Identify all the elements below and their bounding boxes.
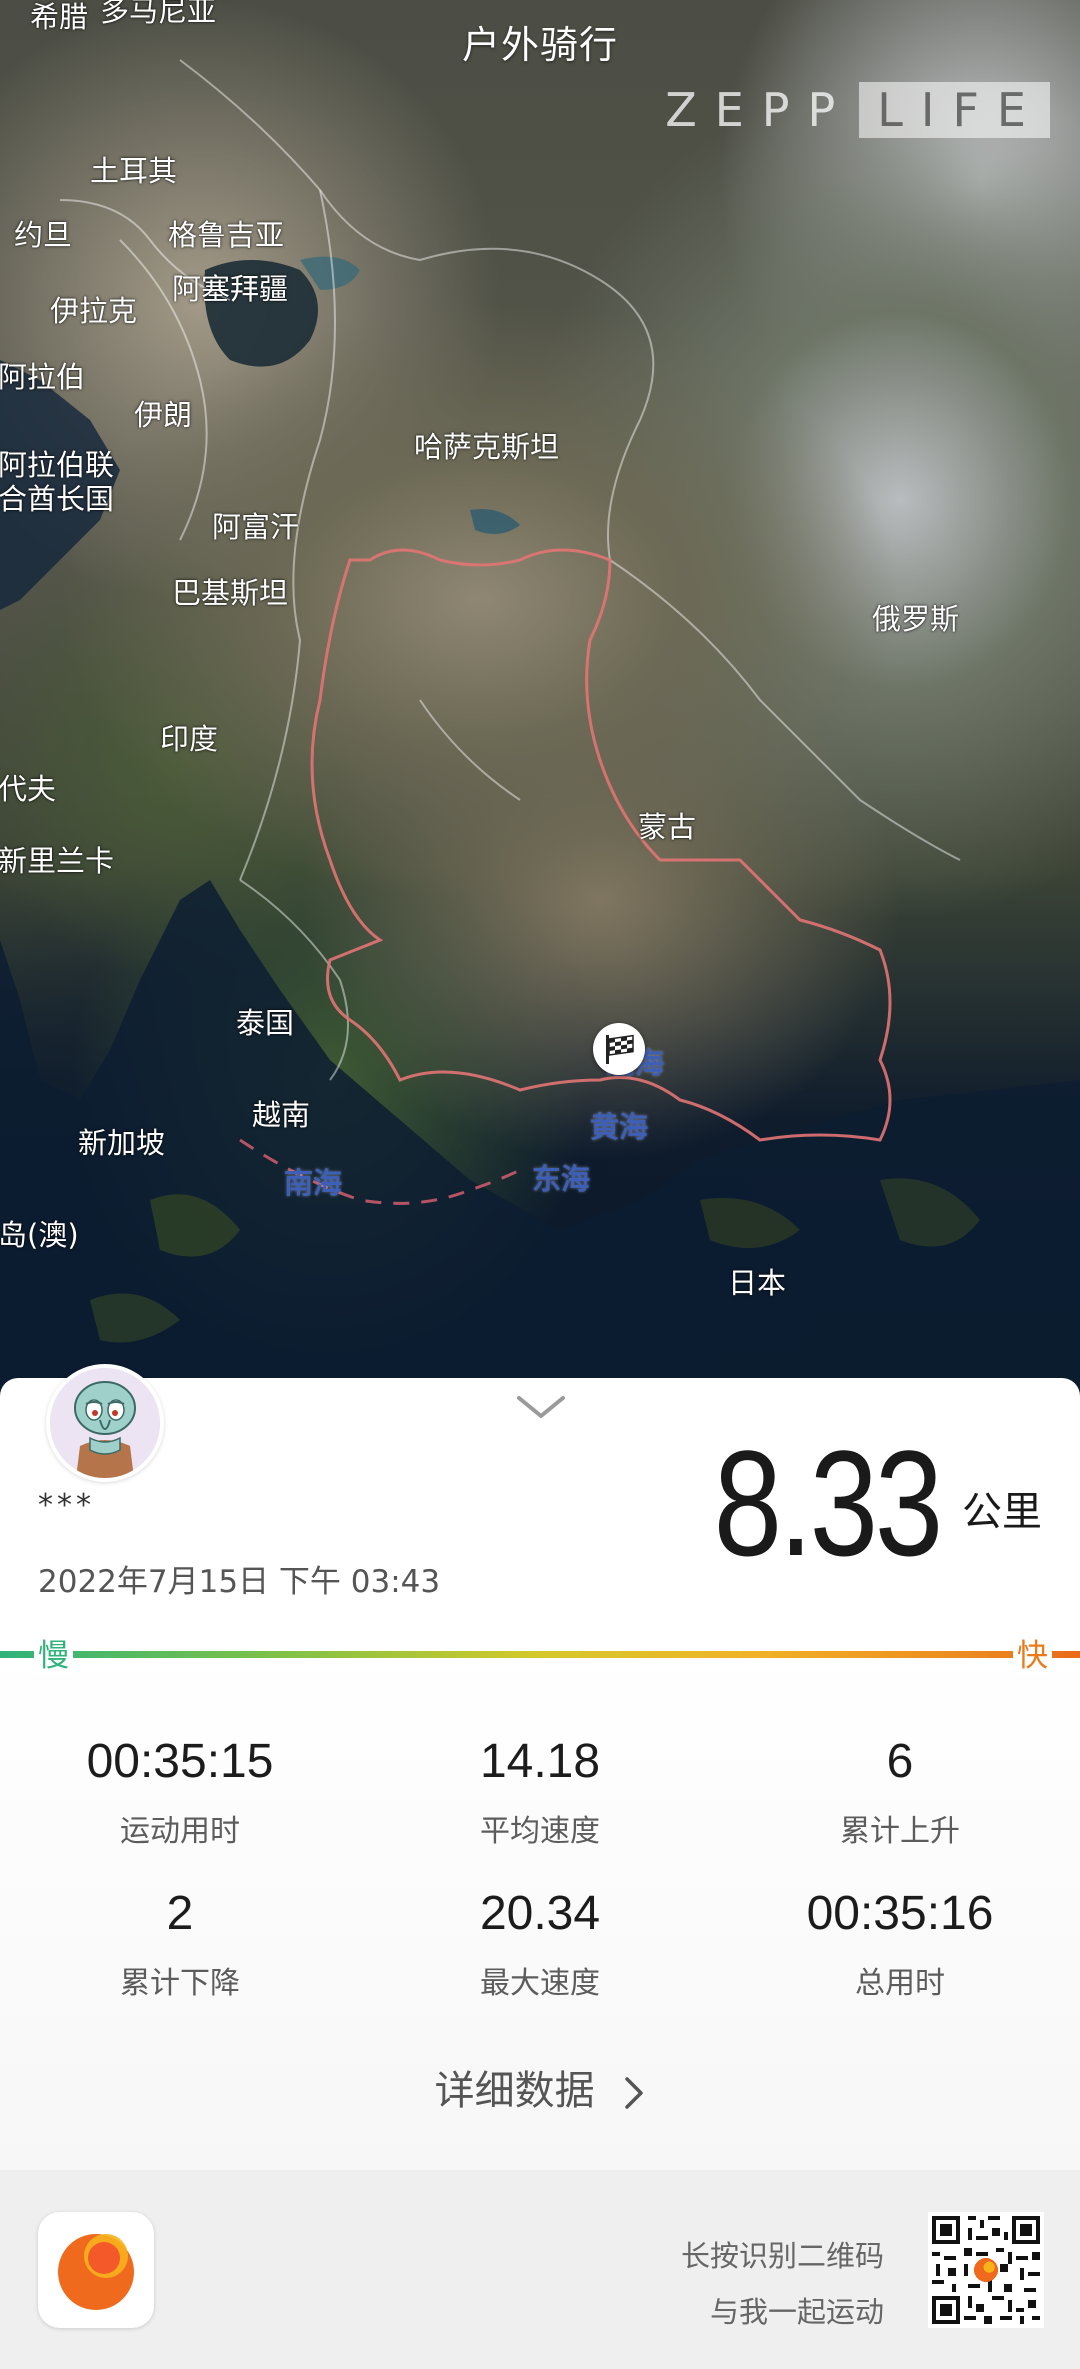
stat-label: 平均速度 [480,1814,600,1849]
stat-value: 2 [166,1887,194,1940]
map-label-uae-line2: 合酋长国 [0,482,115,516]
qr-code-icon [928,2212,1044,2328]
map-label-greece: 希腊 [30,0,89,34]
stat-exercise-time: 00:35:15 运动用时 [0,1738,360,1850]
chevron-down-icon[interactable] [515,1392,567,1422]
distance-value: 8.33 [713,1419,944,1587]
zepp-life-app-icon [38,2212,154,2328]
detailed-data-label: 详细数据 [434,2068,595,2114]
distance-unit: 公里 [962,1489,1042,1535]
stat-label: 运动用时 [120,1814,240,1849]
app-logo-icon [58,2234,134,2310]
map-label-azerbaijan: 阿塞拜疆 [172,272,289,306]
workout-summary-card: *** 2022年7月15日 下午 03:43 8.33 公里 慢 快 00:3… [0,1364,1080,2170]
workout-datetime: 2022年7月15日 下午 03:43 [38,1564,441,1600]
chevron-right-icon [625,2077,644,2109]
qr-hint-text: 长按识别二维码 与我一起运动 [681,2228,884,2340]
stat-max-speed: 20.34 最大速度 [360,1890,720,2002]
zepp-life-logo: ZEPP LIFE [665,82,1050,138]
finish-flag-marker[interactable] [593,1023,645,1075]
qr-hint-line1: 长按识别二维码 [680,2239,884,2273]
qr-hint-line2: 与我一起运动 [709,2295,884,2329]
stat-value: 14.18 [479,1735,601,1788]
workout-share-page: 户外骑行 ZEPP LIFE 希腊 多马尼亚 土耳其 约旦 格鲁吉亚 阿塞拜疆 … [0,0,1080,2369]
map-label-pakistan: 巴基斯坦 [172,576,289,610]
stat-label: 累计下降 [120,1966,240,2001]
stat-total-time: 00:35:16 总用时 [720,1890,1080,2002]
map-label-mongolia: 蒙古 [638,810,697,844]
map-label-arabia: 阿拉伯 [0,360,86,394]
map-label-afghanistan: 阿富汗 [212,510,300,544]
total-distance: 8.33 公里 [664,1428,1042,1578]
logo-life-text: LIFE [859,82,1050,138]
map-label-south-sea: 南海 [284,1166,343,1200]
map-label-jordan: 约旦 [14,218,73,252]
map-label-vietnam: 越南 [252,1098,311,1132]
map-label-kazakhstan: 哈萨克斯坦 [414,430,560,464]
stat-value: 00:35:16 [806,1887,994,1940]
username: *** [38,1488,95,1523]
map-label-east-sea: 东海 [532,1162,591,1196]
stat-label: 总用时 [855,1966,945,2001]
map-label-turkey: 土耳其 [90,154,178,188]
checkered-flag-icon [606,1034,634,1064]
map-label-island: 岛(澳) [0,1218,79,1252]
avatar[interactable] [46,1364,164,1482]
share-footer: 长按识别二维码 与我一起运动 [0,2170,1080,2369]
squidward-avatar-icon [50,1368,160,1478]
stat-total-ascent: 6 累计上升 [720,1738,1080,1850]
qr-code[interactable] [928,2212,1044,2328]
map-label-iran: 伊朗 [134,398,193,432]
logo-zepp-text: ZEPP [665,83,854,137]
map-label-romania: 多马尼亚 [100,0,217,28]
map-label-maldives: 代夫 [0,772,57,806]
speed-slow-label: 慢 [34,1630,73,1675]
stat-total-descent: 2 累计下降 [0,1890,360,2002]
stat-label: 累计上升 [840,1814,960,1849]
route-map[interactable]: 户外骑行 ZEPP LIFE 希腊 多马尼亚 土耳其 约旦 格鲁吉亚 阿塞拜疆 … [0,0,1080,1400]
map-label-india: 印度 [160,722,219,756]
map-label-russia: 俄罗斯 [872,602,960,636]
stat-value: 6 [886,1735,914,1788]
map-label-yellow-sea: 黄海 [590,1110,649,1144]
map-label-japan: 日本 [728,1266,787,1300]
speed-fast-label: 快 [1013,1630,1052,1675]
stat-value: 00:35:15 [86,1735,274,1788]
map-label-georgia: 格鲁吉亚 [168,218,285,252]
speed-gradient-bar [0,1651,1080,1658]
stat-average-speed: 14.18 平均速度 [360,1738,720,1850]
stat-value: 20.34 [479,1887,601,1940]
detailed-data-link[interactable]: 详细数据 [0,2058,1080,2116]
map-label-srilanka: 新里兰卡 [0,844,115,878]
stat-label: 最大速度 [480,1966,600,2001]
map-label-thailand: 泰国 [236,1006,295,1040]
map-label-iraq: 伊拉克 [50,294,138,328]
map-label-singapore: 新加坡 [78,1126,166,1160]
